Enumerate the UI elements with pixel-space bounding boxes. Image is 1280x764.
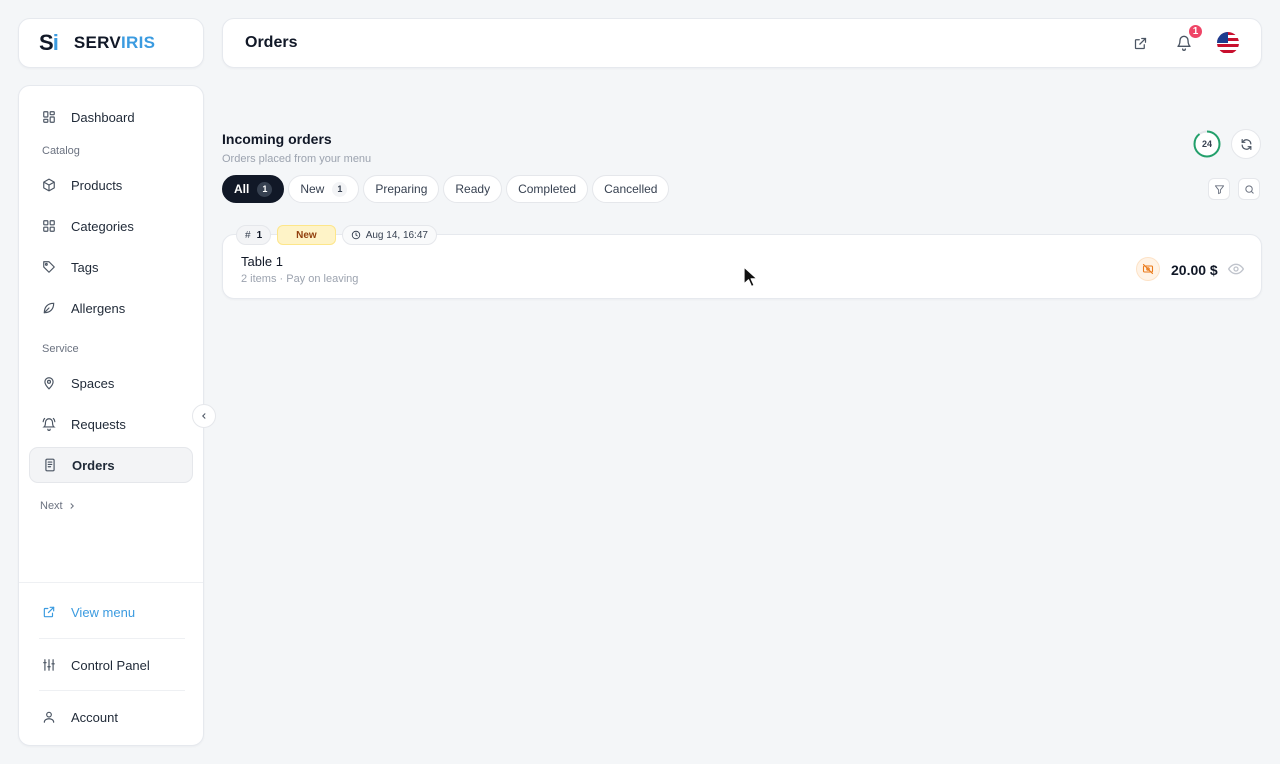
tab-label: Completed [518,182,577,196]
divider [19,582,203,583]
tab-count: 1 [257,181,273,197]
chevron-left-icon [202,413,206,419]
tab-label: New [300,182,325,196]
sidebar-item-control-panel[interactable]: Control Panel [29,647,193,683]
sidebar-next-link[interactable]: Next [40,500,77,512]
chevron-right-icon [70,503,74,509]
user-icon [41,709,57,725]
sidebar-item-dashboard[interactable]: Dashboard [29,99,193,135]
tab-new[interactable]: New 1 [288,175,360,203]
eye-icon[interactable] [1228,262,1244,276]
sidebar-label: Tags [71,259,99,275]
section-subtitle: Orders placed from your menu [222,153,372,165]
sidebar-label: Control Panel [71,657,150,673]
divider [39,638,185,639]
page-title: Orders [245,34,298,51]
sidebar-item-view-menu[interactable]: View menu [29,594,193,630]
tab-label: Preparing [375,182,428,196]
tab-label: Ready [455,182,491,196]
sidebar-item-spaces[interactable]: Spaces [29,365,193,401]
unpaid-icon [1136,257,1160,281]
section-catalog: Catalog [42,145,80,157]
dashboard-icon [41,109,57,125]
order-tags: # 1 New Aug 14, 16:47 [236,225,437,245]
tab-count: 1 [332,181,348,197]
order-time: Aug 14, 16:47 [365,229,428,241]
auto-refresh-countdown: 24 [1201,139,1212,149]
leaf-icon [41,300,57,316]
sidebar-label: Products [71,177,123,193]
sidebar-item-requests[interactable]: Requests [29,406,193,442]
tag-icon [41,259,57,275]
section-title: Incoming orders [222,131,332,147]
filter-icon [1214,184,1224,194]
top-header: Orders 1 [222,18,1262,68]
external-link-icon[interactable] [1129,32,1151,54]
notification-badge: 1 [1187,23,1204,40]
grid-icon [41,218,57,234]
logo-mark: Si [39,30,59,55]
tab-label: Cancelled [604,182,658,196]
filter-button[interactable] [1208,178,1230,200]
tab-cancelled[interactable]: Cancelled [592,175,670,203]
sidebar-label: Allergens [71,300,126,316]
search-icon [1244,184,1254,194]
refresh-icon [1241,138,1251,150]
sidebar-item-account[interactable]: Account [29,699,193,735]
receipt-icon [42,457,58,473]
sidebar-item-tags[interactable]: Tags [29,249,193,285]
order-number-tag: # 1 [236,225,272,245]
external-link-icon [41,604,57,620]
sidebar-label: View menu [71,604,136,620]
refresh-button[interactable] [1231,129,1261,159]
map-pin-icon [41,375,57,391]
tab-ready[interactable]: Ready [443,175,503,203]
order-number: 1 [256,229,263,241]
sidebar-label: Dashboard [71,109,135,125]
sidebar: Dashboard Catalog Products Categories Ta… [18,85,204,746]
mouse-cursor-icon [743,266,758,288]
notifications-bell-icon[interactable]: 1 [1173,23,1204,54]
tab-label: All [234,182,250,196]
sidebar-item-orders[interactable]: Orders [29,447,193,483]
brand-name: SERVIRIS [73,33,156,52]
section-service: Service [42,343,79,355]
order-table-name: Table 1 [241,254,283,269]
tab-all[interactable]: All 1 [222,175,285,203]
clock-icon [351,230,360,240]
sidebar-label: Account [71,709,118,725]
divider [39,690,185,691]
sidebar-label: Categories [71,218,134,234]
order-total: 20.00 $ [1171,262,1218,278]
sidebar-label: Requests [71,416,126,432]
box-icon [41,177,57,193]
bell-ring-icon [41,416,57,432]
search-button[interactable] [1238,178,1260,200]
tab-completed[interactable]: Completed [506,175,589,203]
tab-preparing[interactable]: Preparing [363,175,440,203]
sliders-icon [41,657,57,673]
order-number-prefix: # [245,229,251,241]
logo[interactable]: Si SERVIRIS [18,18,204,68]
sidebar-item-allergens[interactable]: Allergens [29,290,193,326]
order-time-tag: Aug 14, 16:47 [341,225,437,245]
sidebar-label: Spaces [71,375,115,391]
status-badge: New [277,225,336,245]
next-label: Next [40,500,63,512]
sidebar-label: Orders [72,457,115,473]
collapse-sidebar-button[interactable] [192,404,216,428]
sidebar-item-products[interactable]: Products [29,167,193,203]
order-status-tabs: All 1 New 1 Preparing Ready Completed Ca… [222,175,670,203]
order-meta: 2 items · Pay on leaving [241,273,359,285]
sidebar-item-categories[interactable]: Categories [29,208,193,244]
us-flag-language-icon[interactable] [1217,32,1239,54]
